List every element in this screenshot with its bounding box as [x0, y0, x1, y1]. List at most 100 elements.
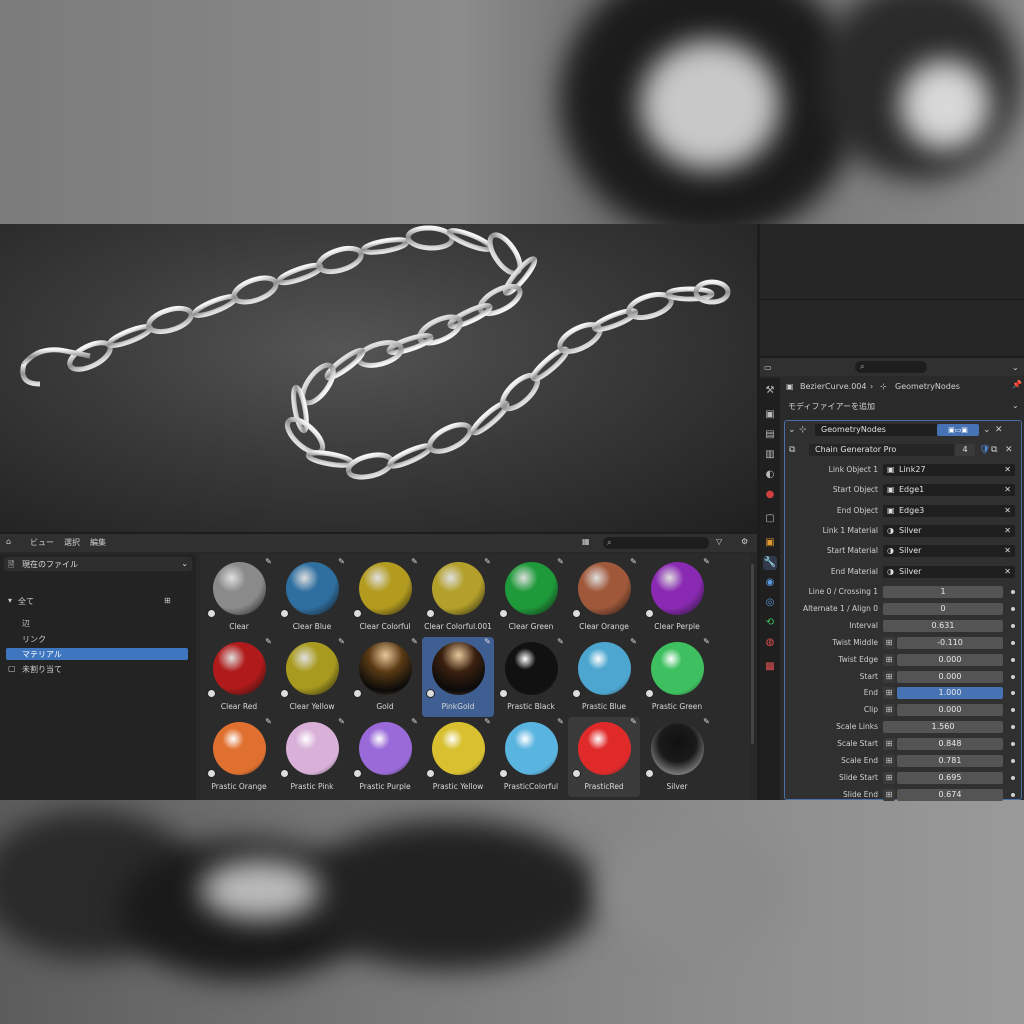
- material-asset-tile[interactable]: ✎ Clear Red: [203, 637, 275, 717]
- attribute-toggle-icon[interactable]: ⊞: [883, 738, 895, 751]
- keyframe-dot-icon[interactable]: [1011, 742, 1015, 747]
- data-tab-icon[interactable]: ◍: [763, 636, 777, 650]
- edit-icon[interactable]: ✎: [629, 637, 638, 646]
- property-number-field[interactable]: 1: [883, 586, 1003, 598]
- material-asset-tile[interactable]: ✎ Clear: [203, 557, 275, 637]
- catalog-item-material[interactable]: マテリアル: [22, 649, 62, 660]
- attribute-toggle-icon[interactable]: ⊞: [883, 771, 895, 784]
- edit-icon[interactable]: ✎: [410, 557, 419, 566]
- edit-icon[interactable]: ✎: [556, 557, 565, 566]
- render-tab-icon[interactable]: ▣: [763, 408, 777, 422]
- property-number-field[interactable]: -0.110: [897, 636, 1003, 649]
- property-number-field[interactable]: 0.000: [897, 670, 1003, 683]
- clear-icon[interactable]: ✕: [1004, 566, 1011, 578]
- catalog-item-link[interactable]: リンク: [22, 634, 46, 645]
- edit-icon[interactable]: ✎: [556, 637, 565, 646]
- property-number-field[interactable]: 0.695: [897, 771, 1003, 784]
- catalog-all[interactable]: 全て: [18, 596, 34, 607]
- edit-icon[interactable]: ✎: [337, 717, 346, 726]
- world-tab-icon[interactable]: ●: [763, 488, 777, 502]
- keyframe-dot-icon[interactable]: [1011, 792, 1015, 797]
- edit-icon[interactable]: ✎: [410, 717, 419, 726]
- material-asset-tile[interactable]: ✎ Prastic Purple: [349, 717, 421, 797]
- keyframe-dot-icon[interactable]: [1011, 759, 1015, 763]
- menu-view[interactable]: ビュー: [30, 537, 54, 548]
- property-number-field[interactable]: 0.000: [897, 704, 1003, 717]
- keyframe-dot-icon[interactable]: [1011, 691, 1015, 696]
- property-number-field[interactable]: 0.674: [897, 788, 1003, 801]
- close-icon[interactable]: ✕: [1005, 444, 1013, 456]
- fake-user-icon[interactable]: 🛡: [979, 444, 990, 456]
- keyframe-dot-icon[interactable]: [1011, 657, 1015, 662]
- edit-icon[interactable]: ✎: [483, 637, 492, 646]
- property-object-field[interactable]: ◑ Silver ✕: [883, 545, 1015, 558]
- catalog-add-icon[interactable]: ⊞: [164, 596, 171, 605]
- property-object-field[interactable]: ▣ Edge1 ✕: [883, 484, 1015, 497]
- catalog-item-edge[interactable]: 辺: [22, 618, 30, 629]
- particles-tab-icon[interactable]: ◉: [763, 576, 777, 590]
- node-group-field[interactable]: Chain Generator Pro: [809, 444, 954, 456]
- attribute-toggle-icon[interactable]: ⊞: [883, 704, 895, 717]
- scene-tab-icon[interactable]: ◐: [763, 468, 777, 482]
- menu-edit[interactable]: 編集: [90, 537, 106, 548]
- tool-tab-icon[interactable]: ⚒: [763, 384, 777, 398]
- duplicate-icon[interactable]: ⧉: [991, 444, 997, 456]
- keyframe-dot-icon[interactable]: [1011, 708, 1015, 713]
- edit-icon[interactable]: ✎: [483, 557, 492, 566]
- physics-tab-icon[interactable]: ◎: [763, 596, 777, 610]
- top-right-editor[interactable]: [760, 224, 1024, 356]
- view-layer-tab-icon[interactable]: ▥: [763, 448, 777, 462]
- material-asset-tile[interactable]: ✎ Clear Perple: [641, 557, 713, 637]
- material-asset-tile[interactable]: ✎ Clear Colorful.001: [422, 557, 494, 637]
- clear-icon[interactable]: ✕: [1004, 545, 1011, 557]
- edit-icon[interactable]: ✎: [556, 717, 565, 726]
- material-asset-tile[interactable]: ✎ Prastic Green: [641, 637, 713, 717]
- property-number-field[interactable]: 0: [883, 602, 1003, 615]
- material-asset-tile[interactable]: ✎ PrasticColorful: [495, 717, 567, 797]
- attribute-toggle-icon[interactable]: ⊞: [883, 788, 895, 801]
- property-object-field[interactable]: ▣ Edge3 ✕: [883, 504, 1015, 517]
- edit-icon[interactable]: ✎: [629, 717, 638, 726]
- chevron-down-icon[interactable]: ⌄: [1012, 401, 1019, 410]
- keyframe-dot-icon[interactable]: [1011, 590, 1015, 594]
- edit-icon[interactable]: ✎: [410, 637, 419, 646]
- material-asset-tile[interactable]: ✎ Prastic Pink: [276, 717, 348, 797]
- edit-icon[interactable]: ✎: [702, 717, 711, 726]
- modifier-name-field[interactable]: GeometryNodes: [815, 424, 937, 436]
- attribute-toggle-icon[interactable]: ⊞: [883, 636, 895, 649]
- material-asset-tile[interactable]: ✎ Clear Blue: [276, 557, 348, 637]
- modifier-tab-icon[interactable]: 🔧: [763, 556, 777, 570]
- chevron-down-icon[interactable]: ⌄: [1012, 363, 1019, 372]
- keyframe-dot-icon[interactable]: [1011, 674, 1015, 679]
- pin-icon[interactable]: 📌: [1012, 380, 1022, 389]
- material-asset-tile[interactable]: ✎ Clear Orange: [568, 557, 640, 637]
- clear-icon[interactable]: ✕: [1004, 484, 1011, 496]
- keyframe-dot-icon[interactable]: [1011, 606, 1015, 611]
- material-asset-tile[interactable]: ✎ PrasticRed: [568, 717, 640, 797]
- property-object-field[interactable]: ▣ Link27 ✕: [883, 464, 1015, 476]
- attribute-toggle-icon[interactable]: ⊞: [883, 670, 895, 683]
- clear-icon[interactable]: ✕: [1004, 525, 1011, 537]
- menu-select[interactable]: 選択: [64, 537, 80, 548]
- asset-search-input[interactable]: ⌕: [603, 537, 709, 549]
- property-object-field[interactable]: ◑ Silver ✕: [883, 565, 1015, 578]
- tree-expand-icon[interactable]: ▾: [8, 596, 12, 605]
- material-asset-tile[interactable]: ✎ PinkGold: [422, 637, 494, 717]
- asset-grid-scrollbar[interactable]: [751, 564, 754, 744]
- node-group-users-count[interactable]: 4: [955, 444, 975, 456]
- constraints-tab-icon[interactable]: ⟲: [763, 616, 777, 630]
- collapse-icon[interactable]: ⌄: [788, 424, 796, 436]
- asset-library-select[interactable]: 🗎 現在のファイル ⌄: [4, 557, 192, 571]
- editor-type-icon[interactable]: ⌂: [6, 537, 11, 546]
- material-asset-tile[interactable]: ✎ Silver: [641, 717, 713, 797]
- property-number-field[interactable]: 1.000: [897, 687, 1003, 700]
- property-number-field[interactable]: 0.631: [883, 619, 1003, 632]
- edit-icon[interactable]: ✎: [264, 717, 273, 726]
- display-mode-icon[interactable]: ▦: [582, 537, 590, 546]
- keyframe-dot-icon[interactable]: [1011, 725, 1015, 730]
- edit-icon[interactable]: ✎: [483, 717, 492, 726]
- 3d-viewport[interactable]: [0, 224, 757, 532]
- material-asset-tile[interactable]: ✎ Prastic Orange: [203, 717, 275, 797]
- material-asset-tile[interactable]: ✎ Prastic Yellow: [422, 717, 494, 797]
- clear-icon[interactable]: ✕: [1004, 505, 1011, 517]
